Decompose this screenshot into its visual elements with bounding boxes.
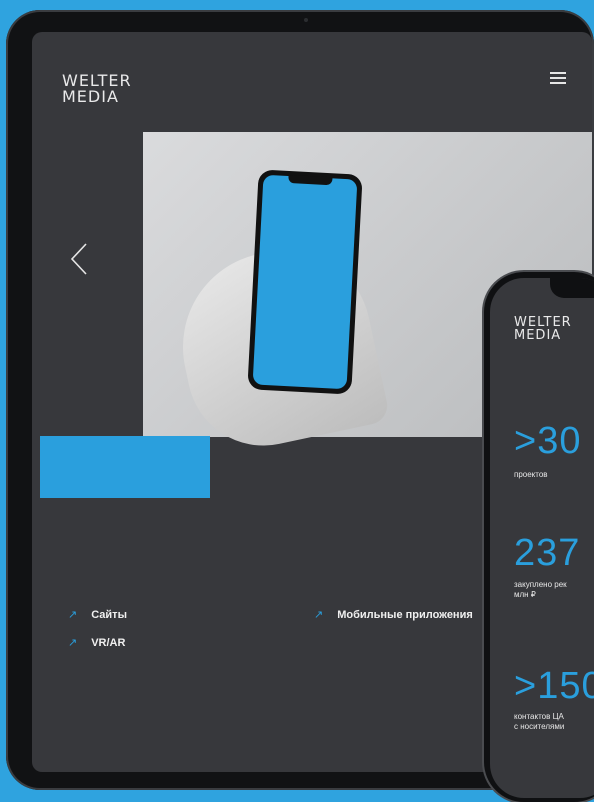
hero-phone: [247, 169, 363, 395]
hero-phone-screen: [252, 174, 358, 390]
link-vr-ar[interactable]: ↗ VR/AR: [68, 636, 126, 650]
stat-value: >30: [514, 420, 582, 462]
stat-caption: закуплено рек млн ₽: [514, 580, 567, 600]
stat-value: 237: [514, 532, 581, 574]
stat-caption-line: млн ₽: [514, 590, 536, 599]
tablet-camera: [304, 18, 308, 22]
phone-screen: WELTER MEDIA >30 проектов 237 закуплено …: [490, 278, 594, 798]
chevron-left-icon[interactable]: [66, 242, 92, 276]
link-label: Мобильные приложения: [337, 608, 473, 621]
stat-caption-line: проектов: [514, 470, 548, 479]
brand-logo[interactable]: WELTER MEDIA: [62, 73, 132, 105]
arrow-up-right-icon: ↗: [68, 637, 78, 649]
arrow-up-right-icon: ↗: [314, 609, 324, 621]
link-sites[interactable]: ↗ Сайты: [68, 608, 127, 622]
stat-caption-line: закуплено рек: [514, 580, 567, 589]
phone-notch: [550, 278, 594, 298]
hamburger-menu-icon[interactable]: [550, 72, 566, 84]
link-label: Сайты: [91, 608, 127, 621]
link-mobile-apps[interactable]: ↗ Мобильные приложения: [314, 608, 473, 622]
brand-logo[interactable]: WELTER MEDIA: [514, 316, 572, 342]
arrow-up-right-icon: ↗: [68, 609, 78, 621]
stat-caption: контактов ЦА с носителями: [514, 712, 564, 732]
accent-block: [40, 436, 210, 498]
logo-line-2: MEDIA: [514, 328, 562, 343]
logo-line-2: MEDIA: [62, 87, 119, 106]
stat-caption-line: с носителями: [514, 722, 565, 731]
link-label: VR/AR: [91, 636, 126, 649]
phone-device: WELTER MEDIA >30 проектов 237 закуплено …: [484, 272, 594, 802]
stat-caption-line: контактов ЦА: [514, 712, 564, 721]
stat-caption: проектов: [514, 470, 548, 480]
stat-value: >150: [514, 665, 594, 707]
